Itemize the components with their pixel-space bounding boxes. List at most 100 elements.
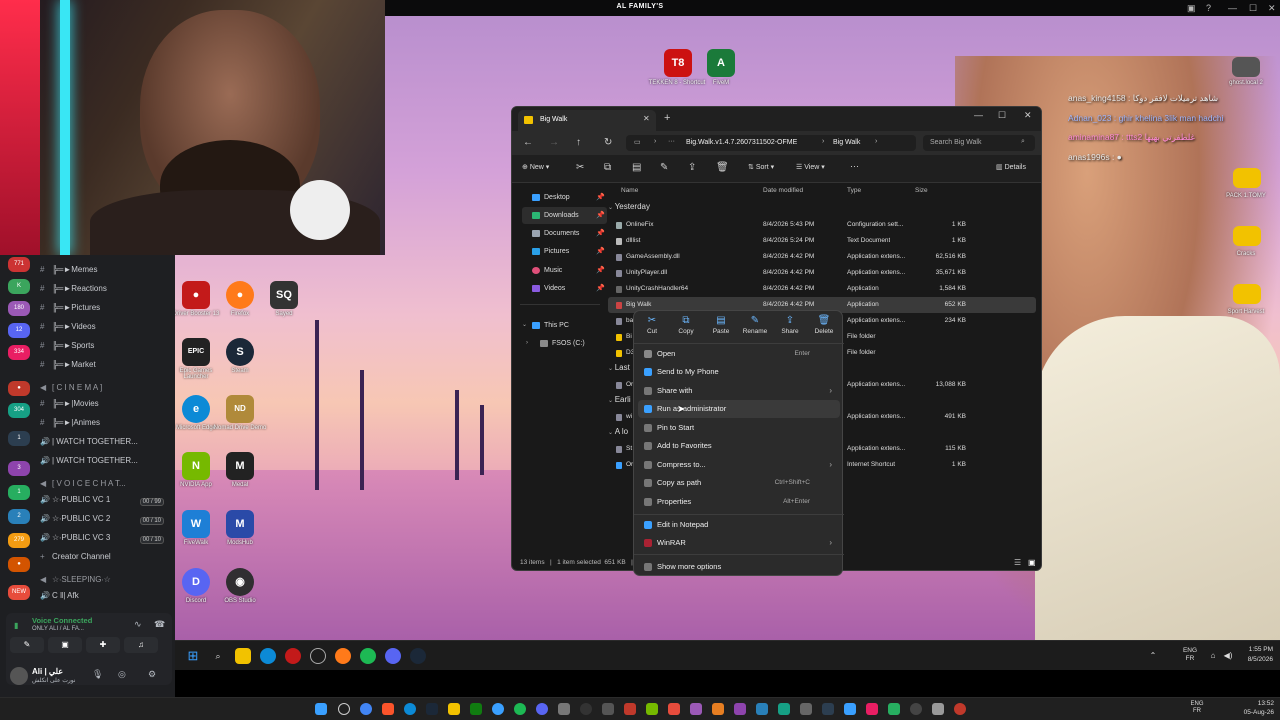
creator-channel[interactable]: + Creator Channel (40, 552, 172, 570)
channel-pictures[interactable]: # ╠═►Pictures (40, 303, 172, 321)
menu-share-with[interactable]: Share with › (638, 382, 840, 400)
server-icon[interactable]: 334 (8, 345, 30, 360)
menu-copy-as-path[interactable]: Copy as path Ctrl+Shift+C (638, 474, 840, 492)
avatar[interactable] (10, 667, 28, 685)
copy-button[interactable]: ⧉ Copy (669, 315, 703, 335)
menu-send-to-phone[interactable]: Send to My Phone (638, 363, 840, 381)
tiles-view-icon[interactable]: ▣ (1028, 558, 1036, 567)
start-button[interactable]: ⊞ (185, 648, 201, 664)
nav-desktop[interactable]: Desktop 📌 (522, 189, 607, 206)
edge-icon[interactable]: e (182, 395, 210, 423)
server-icon[interactable]: 180 (8, 301, 30, 316)
group-header-along[interactable]: ⌄ A lo (608, 427, 628, 436)
group-header-earlier[interactable]: ⌄ Earli (608, 395, 631, 404)
file-row[interactable]: OnlineFix 8/4/2026 5:43 PM Configuration s… (608, 217, 1036, 233)
details-view-icon[interactable]: ☰ (1014, 558, 1021, 567)
minimize-icon[interactable]: — (974, 110, 983, 120)
close-icon[interactable]: ✕ (1024, 110, 1032, 121)
spotify-icon[interactable] (360, 648, 376, 664)
menu-pin-to-start[interactable]: Pin to Start (638, 419, 840, 437)
gear-icon[interactable]: ⚙ (148, 669, 156, 680)
edge-icon[interactable] (260, 648, 276, 664)
view-button[interactable]: ☰ View ▾ (796, 163, 825, 171)
driver-booster-icon[interactable] (285, 648, 301, 664)
file-explorer-icon[interactable] (235, 648, 251, 664)
column-date-modified[interactable]: Date modified (763, 187, 803, 194)
forward-arrow-icon[interactable]: → (549, 137, 559, 148)
nav-pictures[interactable]: Pictures 📌 (522, 243, 607, 260)
server-icon[interactable]: 3 (8, 461, 30, 476)
sort-button[interactable]: ⇅ Sort ▾ (748, 163, 774, 171)
driver-booster-icon[interactable]: ● (182, 281, 210, 309)
cut-icon[interactable]: ✂ (576, 162, 584, 173)
activities-button[interactable]: ✚ (86, 637, 120, 653)
app-icon[interactable] (712, 703, 724, 715)
firefox-icon[interactable] (335, 648, 351, 664)
edge-icon[interactable] (404, 703, 416, 715)
menu-show-more-options[interactable]: Show more options (638, 558, 840, 576)
medal-icon[interactable]: M (226, 452, 254, 480)
channel-reactions[interactable]: # ╠═►Reactions (40, 284, 172, 302)
nomad-drive-icon[interactable]: ND (226, 395, 254, 423)
close-tab-icon[interactable]: ✕ (643, 114, 650, 123)
obs-icon[interactable] (580, 703, 592, 715)
maximize-icon[interactable]: ☐ (1249, 3, 1257, 14)
column-size[interactable]: Size (915, 187, 928, 194)
app-icon[interactable] (800, 703, 812, 715)
menu-winrar[interactable]: WinRAR › (638, 534, 840, 552)
camera-button[interactable]: ✎ (10, 637, 44, 653)
brave-icon[interactable] (382, 703, 394, 715)
settings-icon[interactable] (310, 648, 326, 664)
search-icon[interactable]: ⌕ (210, 648, 226, 664)
sayed-icon[interactable]: SQ (270, 281, 298, 309)
tekken-icon[interactable]: T8 (664, 49, 692, 77)
file-row[interactable]: UnityCrashHandler64 8/4/2026 4:42 PM Appli… (608, 281, 1036, 297)
new-button[interactable]: ⊕ New ▾ (522, 163, 549, 171)
app-icon[interactable] (888, 703, 900, 715)
ghost-local-icon[interactable] (1232, 57, 1260, 77)
refresh-icon[interactable]: ↻ (604, 137, 612, 148)
chrome-icon[interactable] (360, 703, 372, 715)
xbox-icon[interactable] (470, 703, 482, 715)
minimize-icon[interactable]: — (1228, 3, 1237, 13)
nav-videos[interactable]: Videos 📌 (522, 280, 607, 297)
app-icon[interactable] (778, 703, 790, 715)
voice-channel-name[interactable]: ONLY ALI / AL FA... (32, 626, 84, 632)
server-icon[interactable]: ● (8, 557, 30, 572)
app-icon[interactable] (756, 703, 768, 715)
voice-public-vc-2[interactable]: 🔊 ☆∙PUBLIC VC 2 00 / 10 (40, 514, 172, 532)
fivem-icon[interactable]: A (707, 49, 735, 77)
app-icon[interactable] (624, 703, 636, 715)
obs-icon[interactable]: ◉ (226, 568, 254, 596)
voice-public-vc-1[interactable]: 🔊 ☆∙PUBLIC VC 1 00 / 99 (40, 495, 172, 513)
server-icon[interactable]: ● (8, 381, 30, 396)
modshub-icon[interactable]: M (226, 510, 254, 538)
maximize-icon[interactable]: ☐ (998, 110, 1006, 121)
new-tab-button[interactable]: + (664, 112, 670, 124)
nav-music[interactable]: Music 📌 (522, 262, 607, 279)
microphone-icon[interactable]: 🎙 (92, 669, 103, 680)
help-icon[interactable]: ? (1206, 3, 1211, 13)
chevron-up-icon[interactable]: ⌃ (1145, 648, 1161, 664)
server-icon[interactable]: K (8, 279, 30, 294)
column-name[interactable]: Name (621, 187, 638, 194)
group-header-yesterday[interactable]: ⌄ Yesterday (608, 202, 650, 211)
app-icon[interactable] (734, 703, 746, 715)
file-explorer-icon[interactable] (448, 703, 460, 715)
clock-time[interactable]: 13:52 (1230, 700, 1274, 707)
details-pane-button[interactable]: ▥ Details (996, 163, 1026, 171)
channel-animes[interactable]: # ╠═►|Animes (40, 418, 172, 436)
screen-share-button[interactable]: ▣ (48, 637, 82, 653)
share-icon[interactable]: ⇪ (688, 162, 696, 173)
group-header-last[interactable]: ⌄ Last (608, 363, 630, 372)
copy-icon[interactable]: ⧉ (604, 162, 611, 173)
nav-this-pc[interactable]: ⌄ This PC (522, 317, 607, 334)
folder-icon[interactable] (1233, 284, 1261, 304)
discord-icon[interactable] (385, 648, 401, 664)
column-type[interactable]: Type (847, 187, 861, 194)
close-icon[interactable]: ✕ (1268, 3, 1276, 14)
folder-icon[interactable] (1233, 226, 1261, 246)
clock-date[interactable]: 05-Aug-26 (1230, 709, 1274, 716)
delete-button[interactable]: 🗑 Delete (807, 315, 841, 335)
share-button[interactable]: ⇪ Share (773, 315, 807, 335)
